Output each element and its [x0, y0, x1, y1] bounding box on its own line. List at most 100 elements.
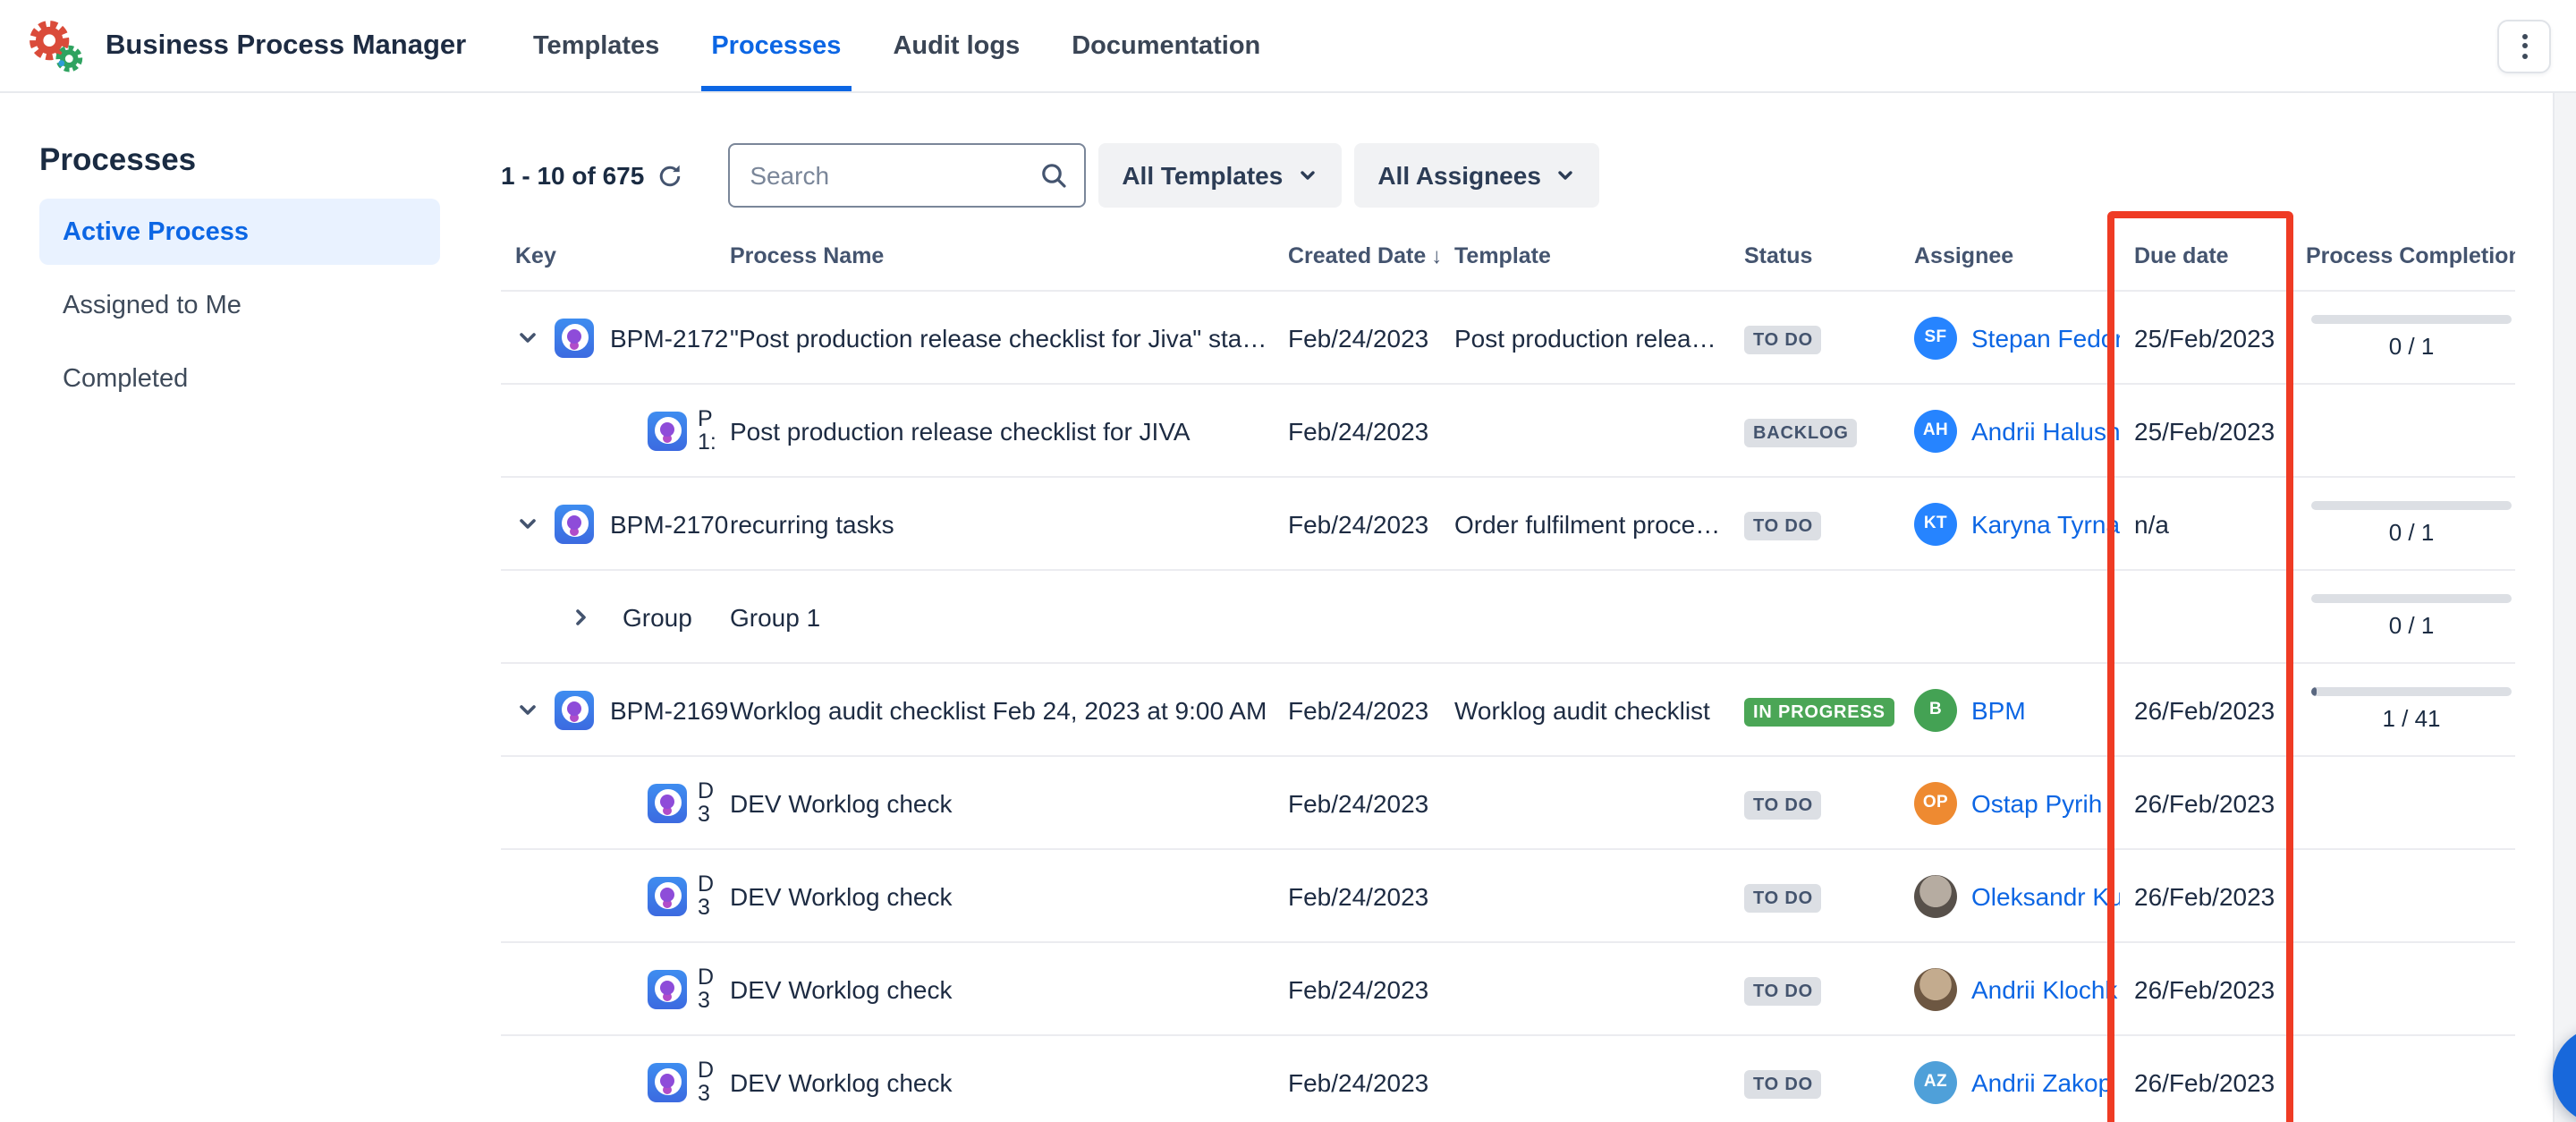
search-input[interactable]	[746, 159, 1039, 191]
table-row[interactable]: P1: Post production release checklist fo…	[501, 385, 2515, 478]
assignee-link[interactable]: Andrii Zakop	[1971, 1067, 2112, 1096]
template-name: Order fulfilment proce…	[1440, 509, 1726, 538]
table-row[interactable]: BPM-2170 recurring tasks Feb/24/2023 Ord…	[501, 478, 2515, 571]
status-cell: TO DO	[1726, 973, 1896, 1005]
sidebar-nav: Active Process Assigned to Me Completed	[0, 199, 501, 412]
created-date: Feb/24/2023	[1270, 881, 1440, 910]
due-date: 26/Feb/2023	[2120, 695, 2299, 724]
assignee-cell: Andrii Klochk	[1896, 967, 2120, 1010]
status-badge: IN PROGRESS	[1744, 697, 1894, 726]
process-name: DEV Worklog check	[730, 974, 1270, 1003]
sidebar-item-completed[interactable]: Completed	[39, 345, 440, 412]
business-process-manager-app: Business Process Manager TemplatesProces…	[0, 0, 2576, 1122]
header-created-date[interactable]: Created Date↓	[1270, 242, 1440, 268]
process-name: Post production release checklist for JI…	[730, 416, 1270, 445]
assignee-link[interactable]: Andrii Halush	[1971, 416, 2120, 445]
filter-all-assignees[interactable]: All Assignees	[1354, 143, 1600, 208]
assignee-cell: SF Stepan Fedoro	[1896, 316, 2120, 359]
table-row[interactable]: D3 DEV Worklog check Feb/24/2023 TO DO A…	[501, 943, 2515, 1036]
key-cell: D3	[501, 779, 730, 826]
table-row[interactable]: D3 DEV Worklog check Feb/24/2023 TO DO A…	[501, 1036, 2515, 1122]
nav-item-processes[interactable]: Processes	[700, 0, 852, 91]
more-menu-button[interactable]	[2497, 19, 2551, 72]
due-date: 25/Feb/2023	[2120, 416, 2299, 445]
avatar-photo	[1914, 874, 1957, 917]
filter-all-templates[interactable]: All Templates	[1098, 143, 1342, 208]
status-cell: TO DO	[1726, 880, 1896, 912]
process-key-wrapped: D3	[698, 1058, 714, 1105]
avatar: AZ	[1914, 1060, 1957, 1103]
nav-item-documentation[interactable]: Documentation	[1061, 0, 1271, 91]
status-badge: TO DO	[1744, 976, 1822, 1005]
completion-label: 0 / 1	[2311, 333, 2512, 360]
search-icon	[1039, 161, 1068, 190]
process-name: DEV Worklog check	[730, 1067, 1270, 1096]
due-date: 26/Feb/2023	[2120, 881, 2299, 910]
nav-item-templates[interactable]: Templates	[522, 0, 670, 91]
sort-desc-icon: ↓	[1431, 242, 1440, 268]
created-date: Feb/24/2023	[1270, 1067, 1440, 1096]
sidebar-heading: Processes	[39, 141, 501, 179]
process-key-wrapped: D3	[698, 965, 714, 1012]
process-name: "Post production release checklist for J…	[730, 323, 1270, 352]
assignee-link[interactable]: BPM	[1971, 695, 2026, 724]
app-logo-gears-icon	[25, 15, 86, 76]
nav-item-audit-logs[interactable]: Audit logs	[882, 0, 1030, 91]
header-process-name[interactable]: Process Name	[730, 242, 1270, 268]
table-row[interactable]: Group Group 1 0 / 1	[501, 571, 2515, 664]
assignee-cell: AZ Andrii Zakop	[1896, 1060, 2120, 1103]
refresh-icon[interactable]	[657, 162, 683, 189]
assignee-link[interactable]: Karyna Tyrna	[1971, 509, 2120, 538]
table-row[interactable]: D3 DEV Worklog check Feb/24/2023 TO DO O…	[501, 850, 2515, 943]
header-status[interactable]: Status	[1726, 242, 1896, 268]
chevron-right-icon[interactable]	[569, 604, 594, 629]
filter-label: All Templates	[1122, 161, 1283, 190]
main-content: 1 - 10 of 675 Al	[501, 93, 2576, 1122]
header-due-date[interactable]: Due date	[2120, 242, 2299, 268]
process-icon	[648, 876, 687, 915]
scrollbar-track[interactable]	[2553, 93, 2576, 1122]
process-key: BPM-2172	[610, 323, 728, 352]
table-row[interactable]: BPM-2169 Worklog audit checklist Feb 24,…	[501, 664, 2515, 757]
progress-fill	[2311, 687, 2317, 696]
progress-bar	[2311, 687, 2512, 696]
table-header-row: Key Process Name Created Date↓ Template …	[501, 220, 2515, 292]
due-date: n/a	[2120, 509, 2299, 538]
assignee-link[interactable]: Andrii Klochk	[1971, 974, 2117, 1003]
header-key[interactable]: Key	[501, 242, 730, 268]
status-badge: TO DO	[1744, 511, 1822, 540]
chevron-down-icon[interactable]	[515, 325, 540, 350]
search-box	[728, 143, 1086, 208]
process-key: BPM-2170	[610, 509, 728, 538]
sidebar: Processes Active Process Assigned to Me Co…	[0, 93, 501, 1122]
progress-bar	[2311, 501, 2512, 510]
assignee-cell: Oleksandr Ku	[1896, 874, 2120, 917]
header-process-completion[interactable]: Process Completion	[2299, 242, 2515, 268]
nav-item-label: Processes	[711, 31, 841, 60]
top-bar: Business Process Manager TemplatesProces…	[0, 0, 2576, 93]
header-template[interactable]: Template	[1440, 242, 1726, 268]
avatar: B	[1914, 688, 1957, 731]
assignee-cell: AH Andrii Halush	[1896, 409, 2120, 452]
created-date: Feb/24/2023	[1270, 323, 1440, 352]
header-assignee[interactable]: Assignee	[1896, 242, 2120, 268]
assignee-link[interactable]: Ostap Pyrih	[1971, 788, 2102, 817]
avatar: AH	[1914, 409, 1957, 452]
chevron-down-icon[interactable]	[515, 697, 540, 722]
table-row[interactable]: BPM-2172 "Post production release checkl…	[501, 292, 2515, 385]
progress-bar	[2311, 594, 2512, 603]
avatar: KT	[1914, 502, 1957, 545]
created-date: Feb/24/2023	[1270, 974, 1440, 1003]
chevron-down-icon	[1297, 165, 1318, 186]
process-name: DEV Worklog check	[730, 881, 1270, 910]
process-icon	[555, 690, 594, 729]
sidebar-item-active-process[interactable]: Active Process	[39, 199, 440, 265]
assignee-link[interactable]: Oleksandr Ku	[1971, 881, 2120, 910]
chevron-down-icon[interactable]	[515, 511, 540, 536]
assignee-link[interactable]: Stepan Fedoro	[1971, 323, 2120, 352]
key-cell: BPM-2170	[501, 504, 730, 543]
status-badge: TO DO	[1744, 790, 1822, 819]
key-cell: D3	[501, 965, 730, 1012]
sidebar-item-assigned-to-me[interactable]: Assigned to Me	[39, 272, 440, 338]
table-row[interactable]: D3 DEV Worklog check Feb/24/2023 TO DO O…	[501, 757, 2515, 850]
